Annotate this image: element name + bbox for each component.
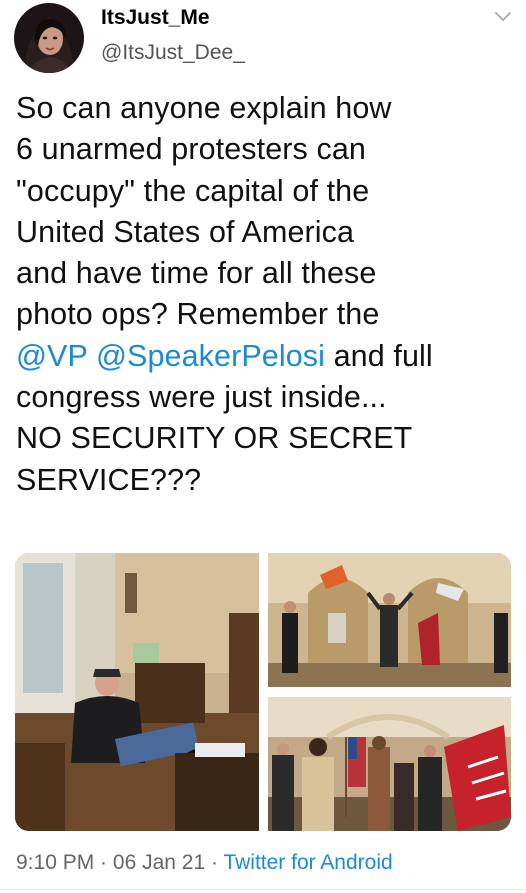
tweet-text-segment: United States of America <box>16 214 355 249</box>
avatar[interactable] <box>14 3 84 73</box>
tweet-text-line: @VP @SpeakerPelosi and full <box>16 336 516 377</box>
tweet-text-segment: photo ops? Remember the <box>16 297 380 332</box>
tweet-photo-crowd[interactable] <box>268 697 511 831</box>
tweet-text-segment: SERVICE??? <box>16 462 202 497</box>
tweet-text-segment: and have time for all these <box>16 256 377 291</box>
meta-separator: · <box>205 851 224 874</box>
tweet-text-line: "occupy" the capital of the <box>16 171 516 212</box>
tweet-text-line: congress were just inside... <box>16 377 516 418</box>
tweet-text-line: photo ops? Remember the <box>16 294 516 335</box>
mention-link[interactable]: @VP <box>16 339 87 373</box>
tweet-text-segment: and full <box>325 338 433 373</box>
tweet-source-link[interactable]: Twitter for Android <box>223 851 392 874</box>
tweet-text-segment: 6 unarmed protesters can <box>16 132 366 167</box>
tweet-text-segment: congress were just inside... <box>16 380 387 415</box>
tweet-text-segment: NO SECURITY OR SECRET <box>16 421 413 456</box>
tweet-photo-rotunda[interactable] <box>268 553 511 687</box>
tweet-text-line: So can anyone explain how <box>16 88 516 129</box>
meta-separator: · <box>94 851 113 874</box>
tweet-time[interactable]: 9:10 PM <box>16 851 94 874</box>
tweet-text-line: United States of America <box>16 212 516 253</box>
tweet-card: ItsJust_Me @ItsJust_Dee_ So can anyone e… <box>0 0 526 893</box>
tweet-date[interactable]: 06 Jan 21 <box>113 851 205 874</box>
tweet-text-line: 6 unarmed protesters can <box>16 129 516 170</box>
tweet-text-line: SERVICE??? <box>16 460 516 501</box>
tweet-text-line: NO SECURITY OR SECRET <box>16 418 516 459</box>
mention-link[interactable]: @SpeakerPelosi <box>96 339 325 373</box>
author-handle[interactable]: @ItsJust_Dee_ <box>101 41 245 65</box>
tweet-text-segment: So can anyone explain how <box>16 91 392 125</box>
chevron-down-icon[interactable] <box>494 10 512 24</box>
tweet-meta: 9:10 PM · 06 Jan 21 · Twitter for Androi… <box>16 851 393 875</box>
tweet-photo-office[interactable] <box>15 553 259 831</box>
author-name[interactable]: ItsJust_Me <box>101 6 210 30</box>
tweet-text-line: and have time for all these <box>16 253 516 294</box>
tweet-text: So can anyone explain how 6 unarmed prote… <box>16 88 516 501</box>
divider <box>0 889 526 890</box>
tweet-text-segment <box>87 339 96 373</box>
tweet-text-segment: "occupy" the capital of the <box>16 173 370 208</box>
